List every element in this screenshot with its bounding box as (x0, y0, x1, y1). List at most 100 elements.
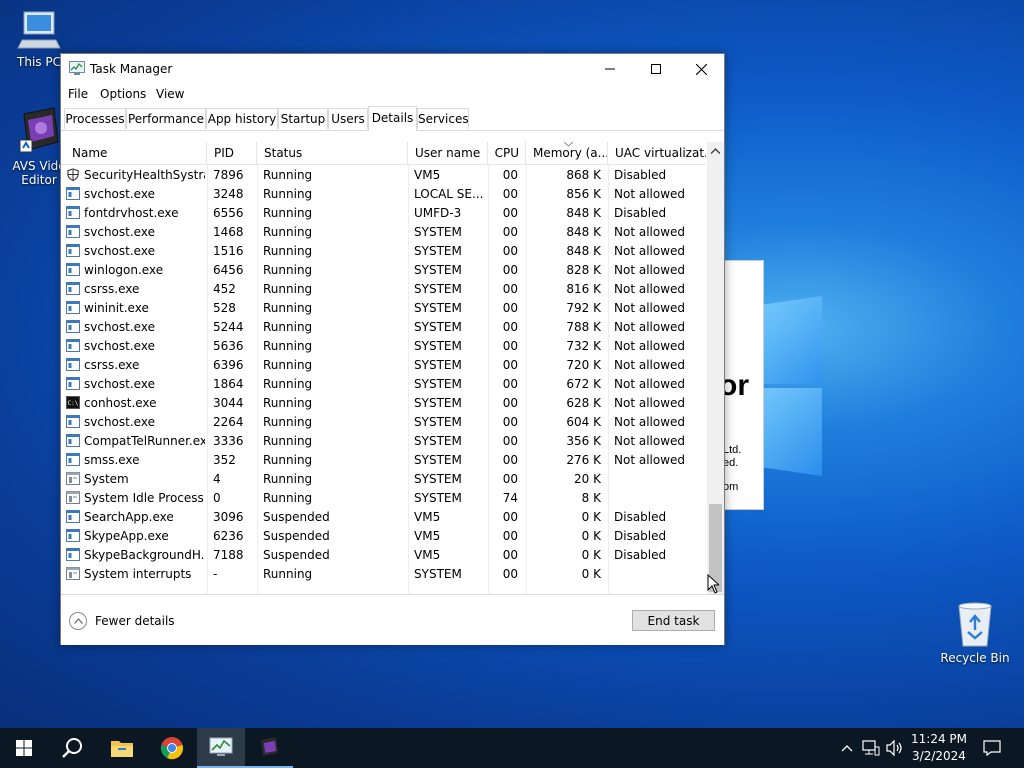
background-window[interactable]: or Ltd. ed. om (724, 260, 764, 510)
column-header-cpu[interactable]: CPU (488, 142, 526, 164)
table-row[interactable]: System 4 Running SYSTEM 00 20 K (61, 470, 706, 489)
table-row[interactable]: System interrupts - Running SYSTEM 00 0 K (61, 565, 706, 584)
tab-users[interactable]: Users (328, 108, 368, 129)
column-header-row: Name PID Status User name CPU Memory (a.… (61, 142, 706, 165)
tab-startup[interactable]: Startup (278, 108, 328, 129)
table-row[interactable]: svchost.exe 1468 Running SYSTEM 00 848 K Not a… (61, 223, 706, 242)
table-row[interactable]: svchost.exe 1516 Running SYSTEM 00 848 K Not a… (61, 242, 706, 261)
cell-pid: 452 (213, 282, 236, 296)
tab-performance[interactable]: Performance (126, 108, 206, 129)
desktop-icon-recycle-bin[interactable]: Recycle Bin (940, 600, 1010, 665)
cell-pid: 6556 (213, 206, 244, 220)
taskbar-task-manager[interactable] (197, 728, 245, 768)
cell-name: svchost.exe (84, 377, 155, 391)
table-row[interactable]: SkypeApp.exe 6236 Suspended VM5 00 0 K Disable… (61, 527, 706, 546)
cell-status: Running (263, 320, 313, 334)
table-row[interactable]: svchost.exe 3248 Running LOCAL SE... 00 856 K… (61, 185, 706, 204)
cell-memory: 816 K (566, 282, 601, 296)
cell-status: Suspended (263, 510, 330, 524)
fewer-details-link[interactable]: Fewer details (69, 611, 175, 631)
volume-tray-button[interactable] (884, 738, 906, 758)
maximize-icon (651, 64, 661, 74)
table-row[interactable]: SecurityHealthSystra... 7896 Running VM5 00 8… (61, 166, 706, 185)
column-header-name[interactable]: Name (65, 142, 207, 164)
cell-cpu: 00 (502, 320, 518, 334)
table-row[interactable]: CompatTelRunner.exe 3336 Running SYSTEM 00 35… (61, 432, 706, 451)
cell-status: Suspended (263, 548, 330, 562)
cell-pid: 4 (213, 472, 221, 486)
network-tray-button[interactable] (860, 738, 882, 758)
column-header-user-name[interactable]: User name (408, 142, 488, 164)
table-row[interactable]: System Idle Process 0 Running SYSTEM 74 8 K (61, 489, 706, 508)
window-process-icon (66, 282, 80, 295)
cell-user-name: SYSTEM (414, 567, 462, 581)
cell-user-name: VM5 (414, 168, 441, 182)
chrome-icon (161, 737, 183, 760)
table-row[interactable]: C:\ conhost.exe 3044 Running SYSTEM 00 628 K No… (61, 394, 706, 413)
column-header-pid[interactable]: PID (207, 142, 257, 164)
window-process-icon (66, 415, 80, 428)
menu-view[interactable]: View (156, 87, 184, 101)
cell-user-name: SYSTEM (414, 282, 462, 296)
table-row[interactable]: SearchApp.exe 3096 Suspended VM5 00 0 K Disabl… (61, 508, 706, 527)
cell-status: Running (263, 339, 313, 353)
title-bar[interactable]: Task Manager (61, 54, 724, 84)
cell-status: Running (263, 472, 313, 486)
taskbar-clock[interactable]: 11:24 PM 3/2/2024 (904, 731, 974, 765)
cell-pid: 352 (213, 453, 236, 467)
search-button[interactable] (48, 728, 96, 768)
recycle-bin-icon (958, 602, 992, 647)
table-row[interactable]: svchost.exe 1864 Running SYSTEM 00 672 K Not a… (61, 375, 706, 394)
window-process-icon (66, 225, 80, 238)
show-hidden-icons-button[interactable] (838, 738, 856, 758)
tab-services[interactable]: Services (417, 108, 469, 129)
cell-cpu: 00 (502, 529, 518, 543)
search-icon (62, 738, 82, 758)
maximize-button[interactable] (633, 54, 679, 84)
close-button[interactable] (678, 54, 724, 84)
cell-status: Suspended (263, 529, 330, 543)
cell-memory: 0 K (581, 567, 601, 581)
table-row[interactable]: svchost.exe 2264 Running SYSTEM 00 604 K Not a… (61, 413, 706, 432)
taskbar-avs-video-editor[interactable] (245, 728, 293, 768)
table-row[interactable]: csrss.exe 452 Running SYSTEM 00 816 K Not allo… (61, 280, 706, 299)
table-row[interactable]: csrss.exe 6396 Running SYSTEM 00 720 K Not all… (61, 356, 706, 375)
table-row[interactable]: fontdrvhost.exe 6556 Running UMFD-3 00 848 K D… (61, 204, 706, 223)
table-row[interactable]: SkypeBackgroundH... 7188 Suspended VM5 00 0 K… (61, 546, 706, 565)
tab-processes[interactable]: Processes (64, 108, 126, 129)
cell-status: Running (263, 187, 313, 201)
column-header-uac[interactable]: UAC virtualizat... (608, 142, 706, 164)
cell-memory: 848 K (566, 225, 601, 239)
table-row[interactable]: svchost.exe 5636 Running SYSTEM 00 732 K Not a… (61, 337, 706, 356)
cell-memory: 848 K (566, 244, 601, 258)
footer-bar: Fewer details End task (61, 594, 724, 645)
cell-uac: Not allowed (614, 301, 686, 315)
notifications-icon (983, 740, 1001, 756)
task-manager-window[interactable]: Task Manager File Options View Processes… (60, 53, 725, 645)
menu-options[interactable]: Options (100, 87, 146, 101)
cell-status: Running (263, 282, 313, 296)
scroll-up-arrow-icon[interactable] (711, 148, 720, 154)
vertical-scrollbar[interactable] (707, 142, 724, 594)
cell-user-name: SYSTEM (414, 491, 462, 505)
minimize-button[interactable] (587, 54, 633, 84)
cell-cpu: 00 (502, 567, 518, 581)
table-row[interactable]: svchost.exe 5244 Running SYSTEM 00 788 K Not a… (61, 318, 706, 337)
cell-memory: 0 K (581, 510, 601, 524)
process-list[interactable]: Name PID Status User name CPU Memory (a.… (61, 142, 724, 594)
taskbar-chrome[interactable] (148, 728, 196, 768)
cell-user-name: SYSTEM (414, 244, 462, 258)
end-task-button[interactable]: End task (632, 610, 715, 631)
tab-app-history[interactable]: App history (206, 108, 278, 129)
taskbar-file-explorer[interactable] (98, 728, 146, 768)
start-button[interactable] (0, 728, 48, 768)
tab-details[interactable]: Details (368, 106, 417, 131)
menu-file[interactable]: File (68, 87, 88, 101)
cell-cpu: 00 (502, 244, 518, 258)
table-row[interactable]: wininit.exe 528 Running SYSTEM 00 792 K Not al… (61, 299, 706, 318)
table-row[interactable]: winlogon.exe 6456 Running SYSTEM 00 828 K Not … (61, 261, 706, 280)
action-center-button[interactable] (980, 738, 1004, 758)
column-header-status[interactable]: Status (257, 142, 408, 164)
cell-memory: 788 K (566, 320, 601, 334)
table-row[interactable]: smss.exe 352 Running SYSTEM 00 276 K Not allow… (61, 451, 706, 470)
